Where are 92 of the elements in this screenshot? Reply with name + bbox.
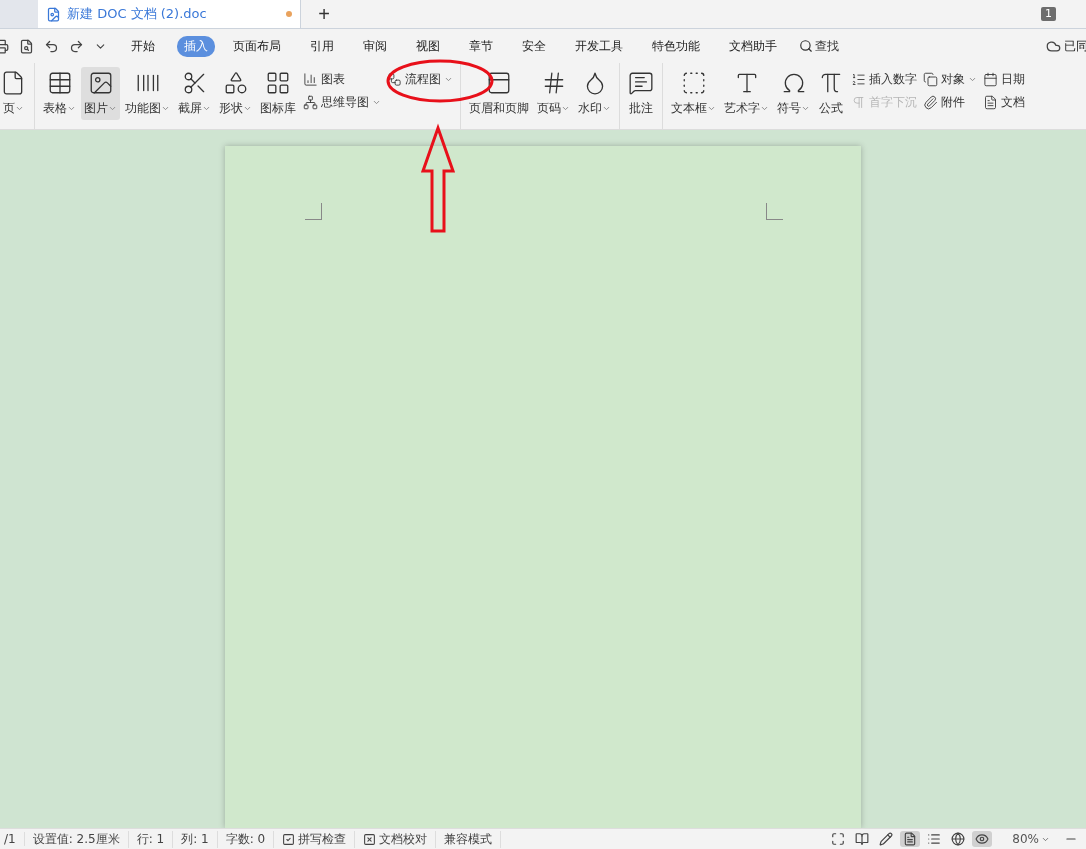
- zoom-dropdown[interactable]: 80%: [1006, 831, 1056, 847]
- header-footer-icon: [486, 70, 512, 96]
- ribbon-button[interactable]: 页眉和页脚: [466, 67, 532, 120]
- pencil-icon: [879, 832, 894, 846]
- menu-tab[interactable]: 文档助手: [722, 35, 784, 57]
- ribbon-button[interactable]: 功能图: [122, 67, 173, 120]
- cloud-icon: [1046, 38, 1061, 54]
- new-tab-button[interactable]: +: [301, 0, 347, 28]
- status-text: 字数: 0: [217, 830, 275, 848]
- caret-icon: [968, 75, 977, 84]
- preview-icon[interactable]: [19, 38, 34, 54]
- menu-tab[interactable]: 引用: [303, 35, 341, 57]
- status-text: /1: [0, 832, 25, 846]
- icon-grid-icon: [265, 70, 291, 96]
- caret-icon: [707, 104, 716, 113]
- ribbon-button[interactable]: 思维导图: [303, 94, 381, 111]
- comment-icon: [628, 70, 654, 96]
- eye-icon: [975, 832, 990, 846]
- ribbon-button[interactable]: 文档: [983, 94, 1025, 111]
- view-button[interactable]: [900, 831, 921, 847]
- chart-icon: [303, 72, 318, 87]
- ribbon-button[interactable]: 批注: [625, 67, 657, 120]
- outline-icon: [927, 832, 942, 846]
- search-icon: [799, 39, 813, 53]
- ribbon-button[interactable]: 页: [0, 67, 29, 120]
- calendar-icon: [983, 72, 998, 87]
- caret-icon: [243, 104, 252, 113]
- ribbon-button[interactable]: 插入数字: [851, 71, 917, 88]
- spell-check-button[interactable]: 拼写检查: [274, 830, 356, 848]
- margin-corner-mark: [305, 203, 322, 220]
- number-icon: [851, 72, 866, 87]
- mind-map-icon: [303, 95, 318, 110]
- ribbon-button[interactable]: 对象: [923, 71, 977, 88]
- ribbon-button[interactable]: 流程图: [387, 71, 453, 88]
- page-count: 1: [1041, 7, 1056, 21]
- status-text: 行: 1: [128, 830, 174, 848]
- ribbon-button[interactable]: 截屏: [175, 67, 214, 120]
- menu-tab[interactable]: 开始: [124, 35, 162, 57]
- document-icon: [983, 95, 998, 110]
- caret-icon: [108, 104, 117, 113]
- ribbon-button[interactable]: 图片: [81, 67, 120, 120]
- caret-icon: [67, 104, 76, 113]
- menu-tab[interactable]: 开发工具: [568, 35, 630, 57]
- globe-icon: [951, 832, 966, 846]
- caret-icon: [602, 104, 611, 113]
- object-icon: [923, 72, 938, 87]
- undo-icon[interactable]: [44, 38, 59, 54]
- menu-tab[interactable]: 安全: [515, 35, 553, 57]
- status-text: 设置值: 2.5厘米: [24, 830, 129, 848]
- view-button[interactable]: [972, 831, 993, 847]
- ribbon-button[interactable]: 日期: [983, 71, 1025, 88]
- ribbon-button[interactable]: 艺术字: [721, 67, 772, 120]
- caret-icon: [202, 104, 211, 113]
- ribbon-button[interactable]: 符号: [774, 67, 813, 120]
- caret-icon: [372, 98, 381, 107]
- redo-icon[interactable]: [69, 38, 84, 54]
- menu-tab[interactable]: 审阅: [356, 35, 394, 57]
- book-icon: [855, 832, 870, 846]
- x-box-icon: [363, 832, 377, 846]
- caret-icon: [14, 104, 24, 113]
- status-text: 列: 1: [173, 830, 218, 848]
- margin-corner-mark: [766, 203, 783, 220]
- sync-button[interactable]: 已同: [1046, 37, 1086, 55]
- checkbox-icon: [282, 832, 296, 846]
- menu-tab[interactable]: 章节: [462, 35, 500, 57]
- caret-icon: [161, 104, 170, 113]
- ribbon-button[interactable]: 文本框: [668, 67, 719, 120]
- caret-icon: [760, 104, 769, 113]
- flowchart-icon: [387, 72, 402, 87]
- page-view-icon: [903, 832, 918, 846]
- ribbon-button[interactable]: 附件: [923, 94, 977, 111]
- proofread-button[interactable]: 文档校对: [355, 830, 437, 848]
- search-button[interactable]: 查找: [799, 37, 839, 55]
- paperclip-icon: [923, 95, 938, 110]
- caret-icon: [561, 104, 570, 113]
- ribbon-button[interactable]: 页码: [534, 67, 573, 120]
- caret-icon: [801, 104, 810, 113]
- ribbon-button[interactable]: 图标库: [257, 67, 299, 120]
- fullscreen-icon: [831, 832, 846, 846]
- ribbon-button[interactable]: 公式: [815, 67, 847, 120]
- document-tab[interactable]: 新建 DOC 文档 (2).doc: [38, 0, 301, 28]
- menu-tab[interactable]: 页面布局: [226, 35, 288, 57]
- status-text: 兼容模式: [436, 830, 502, 848]
- ribbon-button[interactable]: 表格: [40, 67, 79, 120]
- document-title: 新建 DOC 文档 (2).doc: [67, 5, 207, 23]
- document-icon: [46, 6, 61, 22]
- ribbon-button[interactable]: 形状: [216, 67, 255, 120]
- ribbon-button[interactable]: 图表: [303, 71, 381, 88]
- caret-icon: [444, 75, 453, 84]
- ribbon-button[interactable]: 水印: [575, 67, 614, 120]
- menu-tab[interactable]: 特色功能: [645, 35, 707, 57]
- menu-tab[interactable]: 视图: [409, 35, 447, 57]
